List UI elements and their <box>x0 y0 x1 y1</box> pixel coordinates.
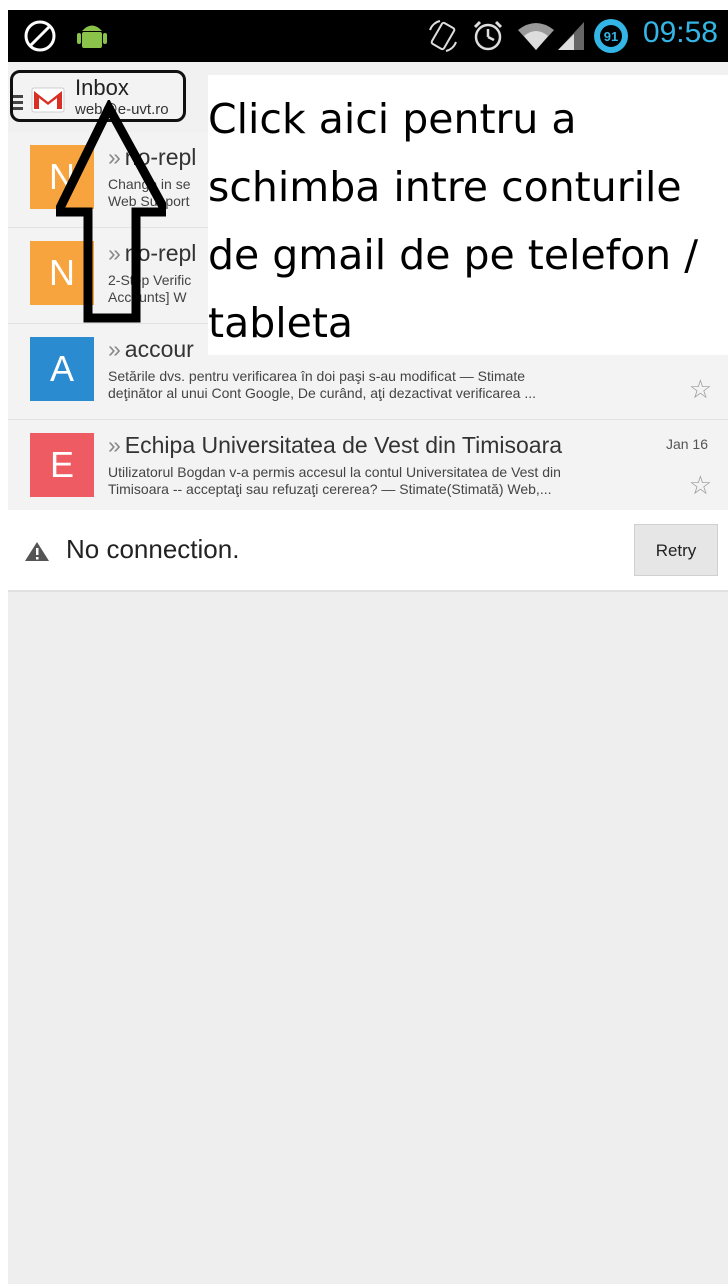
battery-icon: 91 <box>594 19 628 53</box>
sender-avatar: E <box>30 433 94 497</box>
no-signal-icon <box>24 20 56 52</box>
annotation-arrow-icon <box>56 100 166 323</box>
rotate-icon <box>429 20 457 52</box>
android-debug-icon <box>77 25 107 48</box>
retry-button[interactable]: Retry <box>634 524 718 576</box>
message-snippet: Utilizatorul Bogdan v-a permis accesul l… <box>108 464 561 497</box>
inbox-title: Inbox <box>75 75 129 100</box>
star-icon[interactable]: ☆ <box>689 374 712 405</box>
sender-name: » accour <box>108 336 194 362</box>
connection-message: No connection. <box>66 534 240 564</box>
annotation-text: Click aici pentru a schimba intre contur… <box>208 95 699 347</box>
wifi-icon <box>518 23 554 50</box>
clock: 09:58 <box>642 16 718 49</box>
message-date: Jan 16 <box>665 436 708 452</box>
battery-level: 91 <box>604 29 618 44</box>
status-bar: 91 09:58 <box>8 10 728 62</box>
star-icon[interactable]: ☆ <box>689 470 712 501</box>
sender-name: » Echipa Universitatea de Vest din Timiso… <box>108 432 563 458</box>
sender-avatar: A <box>30 337 94 401</box>
empty-area <box>8 592 728 1284</box>
message-snippet: Setările dvs. pentru verificarea în doi … <box>108 368 537 401</box>
warning-icon <box>25 542 49 561</box>
cell-signal-icon <box>558 22 584 50</box>
list-item[interactable]: E » Echipa Universitatea de Vest din Timi… <box>8 420 728 516</box>
connection-status-bar: No connection. Retry <box>8 510 728 592</box>
alarm-icon <box>473 20 503 51</box>
annotation-callout: Click aici pentru a schimba intre contur… <box>208 75 728 355</box>
phone-screen: 91 09:58 Inbox web@e-uvt.ro N » no-repl C… <box>8 10 728 1284</box>
drawer-menu-icon[interactable] <box>13 95 23 113</box>
